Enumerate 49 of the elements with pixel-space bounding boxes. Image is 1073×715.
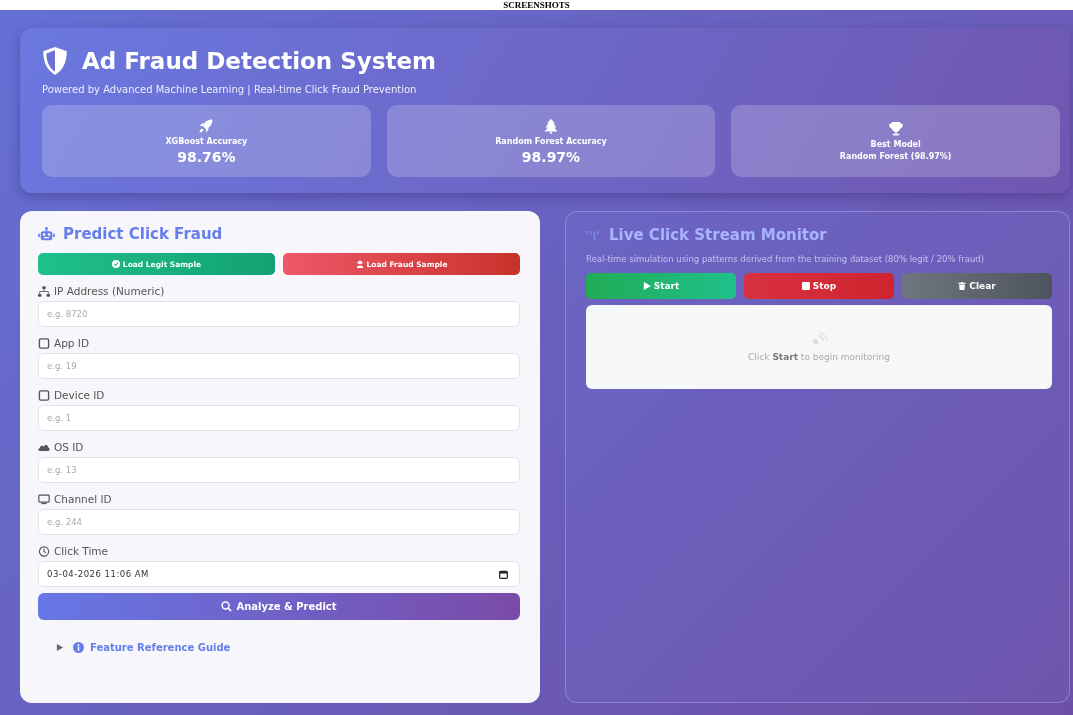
page-caption: SCREENSHOTS — [503, 1, 570, 10]
app-title: Ad Fraud Detection System — [82, 48, 436, 74]
robot-icon — [38, 226, 55, 242]
input-field[interactable]: e.g. 19 — [38, 353, 520, 379]
input-field[interactable]: e.g. 13 — [38, 457, 520, 483]
field-label: Click Time — [54, 545, 109, 557]
clock-icon — [38, 545, 50, 557]
rocket-icon — [198, 117, 215, 134]
field-label: Channel ID — [54, 493, 112, 505]
field-label: Device ID — [54, 389, 105, 401]
monitor-control-button[interactable]: Clear — [902, 273, 1052, 300]
datetime-field[interactable]: 03-04-2026 11:06 AM — [38, 561, 520, 587]
field-label: OS ID — [54, 441, 84, 453]
card-title: Predict Click Fraud — [63, 225, 223, 243]
tree-icon — [543, 117, 559, 134]
search-icon — [221, 601, 233, 612]
broadcast-icon — [810, 332, 828, 347]
monitor-description: Real-time simulation using patterns derived from the training dataset (80% legit / 20% fraud) — [586, 254, 986, 266]
trophy-icon — [887, 121, 904, 137]
network-icon — [38, 285, 50, 297]
monitor-control-button[interactable]: Start — [586, 273, 736, 300]
guide-toggle[interactable]: Feature Reference Guide — [38, 634, 249, 661]
monitor-icon — [38, 493, 50, 505]
analyze-button[interactable]: Analyze & Predict — [38, 593, 520, 620]
tablet-icon — [38, 389, 50, 401]
stat-label: Random Forest Accuracy — [495, 136, 607, 146]
field-label: IP Address (Numeric) — [54, 285, 165, 297]
calendar-icon[interactable] — [499, 569, 508, 579]
input-field[interactable]: e.g. 8720 — [38, 301, 520, 327]
user-icon — [355, 260, 364, 268]
stat-value: 98.97% — [521, 148, 581, 165]
stat-value: 98.76% — [177, 148, 236, 165]
shield-icon — [42, 46, 68, 76]
info-icon — [73, 642, 84, 653]
stat-label: Best Model — [870, 140, 921, 149]
monitor-title: Live Click Stream Monitor — [609, 226, 827, 244]
input-field[interactable]: e.g. 244 — [38, 509, 520, 535]
trash-icon — [958, 282, 967, 291]
play-icon — [642, 282, 651, 291]
monitor-control-button[interactable]: Stop — [744, 273, 894, 300]
input-field[interactable]: e.g. 1 — [38, 405, 520, 431]
app-subtitle: Powered by Advanced Machine Learning | Real-time Click Fraud Prevention — [42, 84, 418, 95]
stop-icon — [801, 282, 810, 291]
stat-value: Random Forest (98.97%) — [839, 152, 952, 161]
stat-label: XGBoost Accuracy — [165, 136, 248, 146]
field-label: App ID — [54, 337, 90, 349]
check-circle-icon — [111, 260, 120, 268]
empty-state-message: Click Start to begin monitoring — [748, 352, 890, 363]
tablet-icon — [38, 337, 50, 349]
